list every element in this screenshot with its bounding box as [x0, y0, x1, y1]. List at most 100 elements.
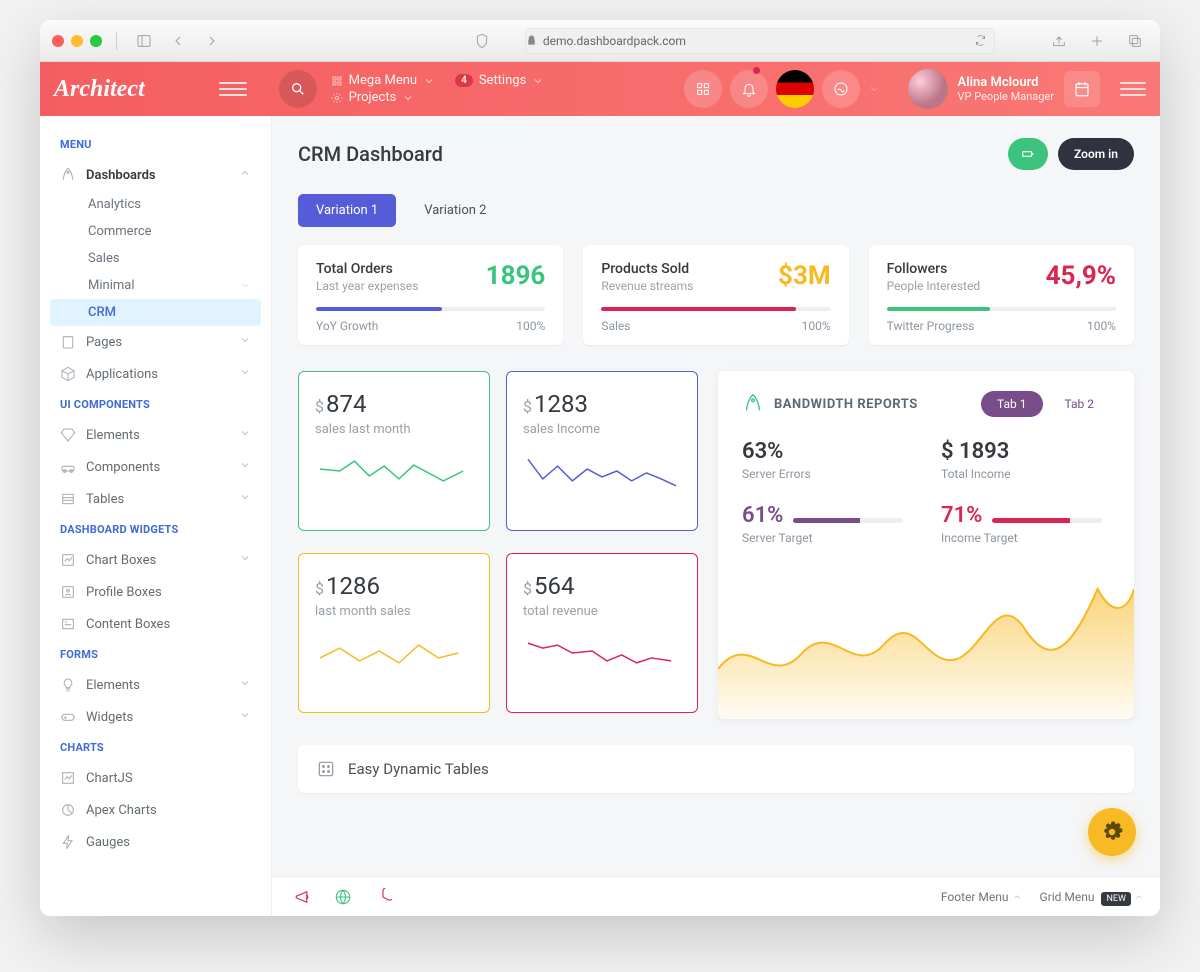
notifications-button[interactable] [730, 70, 768, 108]
sidebar-item-form-elements[interactable]: Elements [40, 669, 271, 701]
user-name: Alina Mclourd [958, 75, 1054, 91]
chevron-down-icon [239, 427, 251, 439]
app-topbar: Architect Mega Menu 4 Settings Projects [40, 62, 1160, 116]
chevron-down-icon [239, 366, 251, 378]
bandwidth-card: BANDWIDTH REPORTS Tab 1 Tab 2 63%Server … [718, 371, 1134, 719]
stat-card-followers: FollowersPeople Interested45,9% Twitter … [869, 245, 1134, 345]
new-tab-icon[interactable] [1084, 30, 1110, 52]
sidebar-sub-analytics[interactable]: Analytics [40, 191, 271, 218]
url-text: demo.dashboardpack.com [543, 34, 686, 48]
grid-menu-link[interactable]: Grid Menu NEW [1040, 890, 1144, 904]
megaphone-icon[interactable] [288, 882, 318, 912]
box-icon [60, 366, 76, 382]
globe-icon[interactable] [328, 882, 358, 912]
bandwidth-tab-1[interactable]: Tab 1 [981, 391, 1042, 417]
area-chart [718, 559, 1134, 719]
shield-icon[interactable] [469, 30, 495, 52]
sidebar-heading-forms: FORMS [40, 640, 271, 669]
language-flag[interactable] [776, 70, 814, 108]
car-icon [60, 459, 76, 475]
zoom-button[interactable]: Zoom in [1058, 138, 1134, 170]
tab-variation-1[interactable]: Variation 1 [298, 194, 396, 227]
table-icon [60, 491, 76, 507]
chevron-down-icon [239, 677, 251, 689]
chevron-down-icon [423, 75, 435, 87]
content-icon [60, 616, 76, 632]
sidebar-sub-sales[interactable]: Sales [40, 245, 271, 272]
share-icon[interactable] [1046, 30, 1072, 52]
battery-button[interactable] [1008, 138, 1048, 170]
activity-button[interactable] [822, 70, 860, 108]
back-button[interactable] [165, 30, 191, 52]
tabs-icon[interactable] [1122, 30, 1148, 52]
dynamic-tables-section[interactable]: Easy Dynamic Tables [298, 745, 1134, 793]
chart-icon [60, 770, 76, 786]
grid-apps-button[interactable] [684, 70, 722, 108]
variation-tabs: Variation 1 Variation 2 [298, 194, 1134, 227]
pie-icon[interactable] [368, 882, 398, 912]
user-role: VP People Manager [958, 90, 1054, 103]
sparkline-icon [315, 451, 473, 497]
sparkline-icon [523, 451, 681, 497]
sidebar-heading-widgets: DASHBOARD WIDGETS [40, 515, 271, 544]
reload-icon[interactable] [975, 35, 986, 46]
calendar-button[interactable] [1064, 71, 1100, 107]
pie-icon [60, 802, 76, 818]
forward-button[interactable] [199, 30, 225, 52]
sidebar-sub-commerce[interactable]: Commerce [40, 218, 271, 245]
close-window[interactable] [52, 35, 64, 47]
sidebar-item-chartboxes[interactable]: Chart Boxes [40, 544, 271, 576]
sidebar-sub-crm[interactable]: CRM [50, 299, 261, 326]
dice-icon [316, 759, 336, 779]
stat-card-orders: Total OrdersLast year expenses1896 YoY G… [298, 245, 563, 345]
settings-badge: 4 [455, 74, 473, 87]
sidebar-item-chartjs[interactable]: ChartJS [40, 762, 271, 794]
sidebar-sub-minimal[interactable]: Minimal [40, 272, 271, 299]
pages-icon [60, 334, 76, 350]
sidebar-item-applications[interactable]: Applications [40, 358, 271, 390]
search-button[interactable] [279, 70, 317, 108]
projects-link[interactable]: Projects [349, 90, 397, 105]
minimize-window[interactable] [71, 35, 83, 47]
sidebar-item-gauges[interactable]: Gauges [40, 826, 271, 858]
tab-variation-2[interactable]: Variation 2 [406, 194, 504, 227]
mini-card-last-month-sales: $1286 last month sales [298, 553, 490, 713]
url-bar[interactable]: demo.dashboardpack.com [525, 28, 995, 54]
chart-icon [60, 552, 76, 568]
sidebar-toggle-icon[interactable] [131, 30, 157, 52]
bandwidth-tab-2[interactable]: Tab 2 [1049, 391, 1110, 417]
sidebar-item-contentboxes[interactable]: Content Boxes [40, 608, 271, 640]
sidebar: MENU Dashboards Analytics Commerce Sales… [40, 116, 272, 916]
sidebar-heading-charts: CHARTS [40, 733, 271, 762]
chevron-down-icon[interactable] [868, 83, 880, 95]
sidebar-heading-menu: MENU [40, 130, 271, 159]
sidebar-hamburger[interactable] [219, 82, 247, 96]
sidebar-item-form-widgets[interactable]: Widgets [40, 701, 271, 733]
sidebar-item-apex[interactable]: Apex Charts [40, 794, 271, 826]
brand-logo[interactable]: Architect [54, 76, 145, 103]
sidebar-item-tables[interactable]: Tables [40, 483, 271, 515]
settings-fab[interactable] [1088, 808, 1136, 856]
gamepad-icon [60, 709, 76, 725]
sidebar-item-pages[interactable]: Pages [40, 326, 271, 358]
right-hamburger[interactable] [1120, 82, 1146, 96]
mega-menu-link[interactable]: Mega Menu [349, 73, 417, 88]
sidebar-item-elements[interactable]: Elements [40, 419, 271, 451]
chevron-down-icon [239, 709, 251, 721]
sidebar-item-dashboards[interactable]: Dashboards [40, 159, 271, 191]
chevron-down-icon [532, 75, 544, 87]
settings-link[interactable]: Settings [479, 73, 526, 88]
window-controls [52, 35, 102, 47]
chevron-down-icon [240, 280, 251, 291]
footer: Footer Menu Grid Menu NEW [272, 876, 1160, 916]
mini-card-total-revenue: $564 total revenue [506, 553, 698, 713]
main-content: CRM Dashboard Zoom in Variation 1 Variat… [272, 116, 1160, 916]
sidebar-item-profileboxes[interactable]: Profile Boxes [40, 576, 271, 608]
chevron-down-icon [239, 459, 251, 471]
sidebar-item-components[interactable]: Components [40, 451, 271, 483]
user-menu[interactable]: Alina Mclourd VP People Manager [908, 69, 1146, 109]
maximize-window[interactable] [90, 35, 102, 47]
footer-menu-link[interactable]: Footer Menu [941, 890, 1022, 904]
diamond-icon [60, 427, 76, 443]
profile-icon [60, 584, 76, 600]
